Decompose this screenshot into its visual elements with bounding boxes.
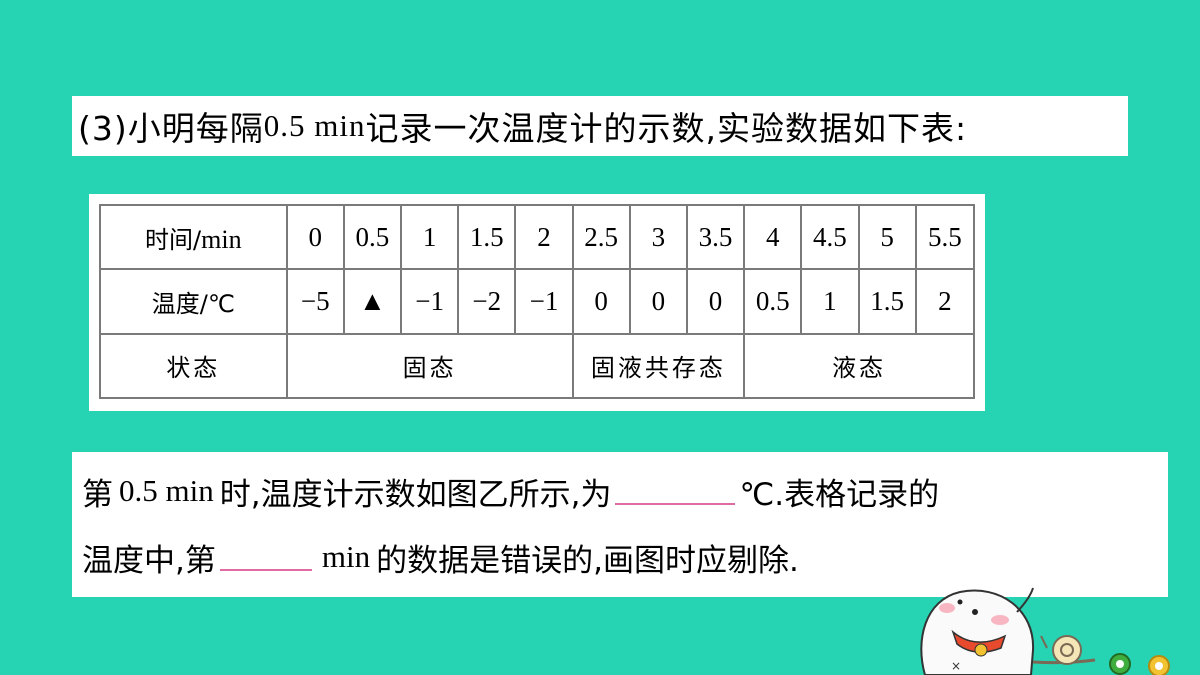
time-header-unit: min [201, 224, 242, 254]
time-cell: 2 [514, 203, 574, 271]
temperature-cell: 0 [571, 268, 631, 335]
temperature-cell: 1.5 [857, 268, 917, 335]
temperature-row: 温度/℃ −5 ▲ −1 −2 −1 0 0 0 0.5 1 1.5 2 [99, 268, 976, 335]
time-header-label: 时间/ [145, 225, 202, 254]
header-suffix: 记录一次温度计的示数,实验数据如下表: [365, 109, 968, 148]
time-cell: 0.5 [342, 203, 403, 271]
mascot-character: × [920, 587, 1035, 675]
temperature-cell: 1 [800, 268, 860, 335]
temperature-header-cell: 温度/℃ [99, 268, 288, 335]
q1-part3: ℃.表格记录的 [739, 476, 940, 513]
question-text-box: 第 0.5 min 时,温度计示数如图乙所示,为 ℃.表格记录的 温度中,第 m… [72, 452, 1168, 597]
time-cell: 4.5 [800, 203, 860, 271]
q2-part1: 温度中,第 [82, 542, 216, 579]
small-shell-icon [1109, 653, 1170, 675]
time-row: 时间/min 0 0.5 1 1.5 2 2.5 3 3.5 4 4.5 5 5… [99, 203, 976, 271]
temperature-cell-hidden-triangle: ▲ [342, 268, 403, 335]
time-cell: 1 [400, 203, 460, 271]
state-solid-cell: 固态 [285, 332, 574, 400]
q1-time: 0.5 min [119, 473, 214, 508]
answer-blank-temperature[interactable] [615, 477, 736, 505]
time-cell: 5.5 [914, 203, 976, 271]
q2-unit: min [321, 539, 371, 574]
q1-part2: 时,温度计示数如图乙所示,为 [219, 476, 612, 513]
question-header: (3)小明每隔 0.5 min 记录一次温度计的示数,实验数据如下表: [72, 96, 1128, 156]
answer-blank-time[interactable] [219, 543, 312, 571]
state-mixed-cell: 固液共存态 [571, 332, 746, 400]
cartoon-mascot-decoration: × [920, 587, 1170, 675]
header-interval: 0.5 min [263, 108, 366, 143]
data-table-card: 时间/min 0 0.5 1 1.5 2 2.5 3 3.5 4 4.5 5 5… [89, 194, 985, 411]
q1-part1: 第 [82, 476, 113, 513]
time-cell: 3 [628, 203, 688, 271]
time-cell: 4 [743, 203, 803, 271]
temperature-cell: 0.5 [743, 268, 803, 335]
temperature-cell: −2 [457, 268, 517, 335]
time-cell: 5 [857, 203, 917, 271]
temperature-cell: 2 [914, 268, 976, 335]
temperature-cell: −1 [514, 268, 574, 335]
time-cell: 3.5 [685, 203, 746, 271]
time-cell: 2.5 [571, 203, 631, 271]
snail-icon [1032, 635, 1096, 665]
temperature-cell: 0 [685, 268, 746, 335]
state-row: 状态 固态 固液共存态 液态 [99, 332, 975, 400]
time-cell: 1.5 [457, 203, 517, 271]
temperature-cell: −1 [400, 268, 460, 335]
temperature-data-table: 时间/min 0 0.5 1 1.5 2 2.5 3 3.5 4 4.5 5 5… [99, 203, 976, 400]
time-header-cell: 时间/min [99, 203, 288, 271]
q2-part2: 的数据是错误的,画图时应剔除. [376, 542, 799, 579]
state-header-cell: 状态 [99, 332, 288, 400]
state-liquid-cell: 液态 [743, 332, 975, 400]
time-cell: 0 [285, 203, 345, 271]
question-line-1: 第 0.5 min 时,温度计示数如图乙所示,为 ℃.表格记录的 [82, 458, 1168, 524]
header-prefix: (3)小明每隔 [78, 109, 264, 148]
temperature-cell: 0 [628, 268, 688, 335]
temperature-cell: −5 [285, 268, 345, 335]
svg-text:×: × [951, 659, 961, 673]
